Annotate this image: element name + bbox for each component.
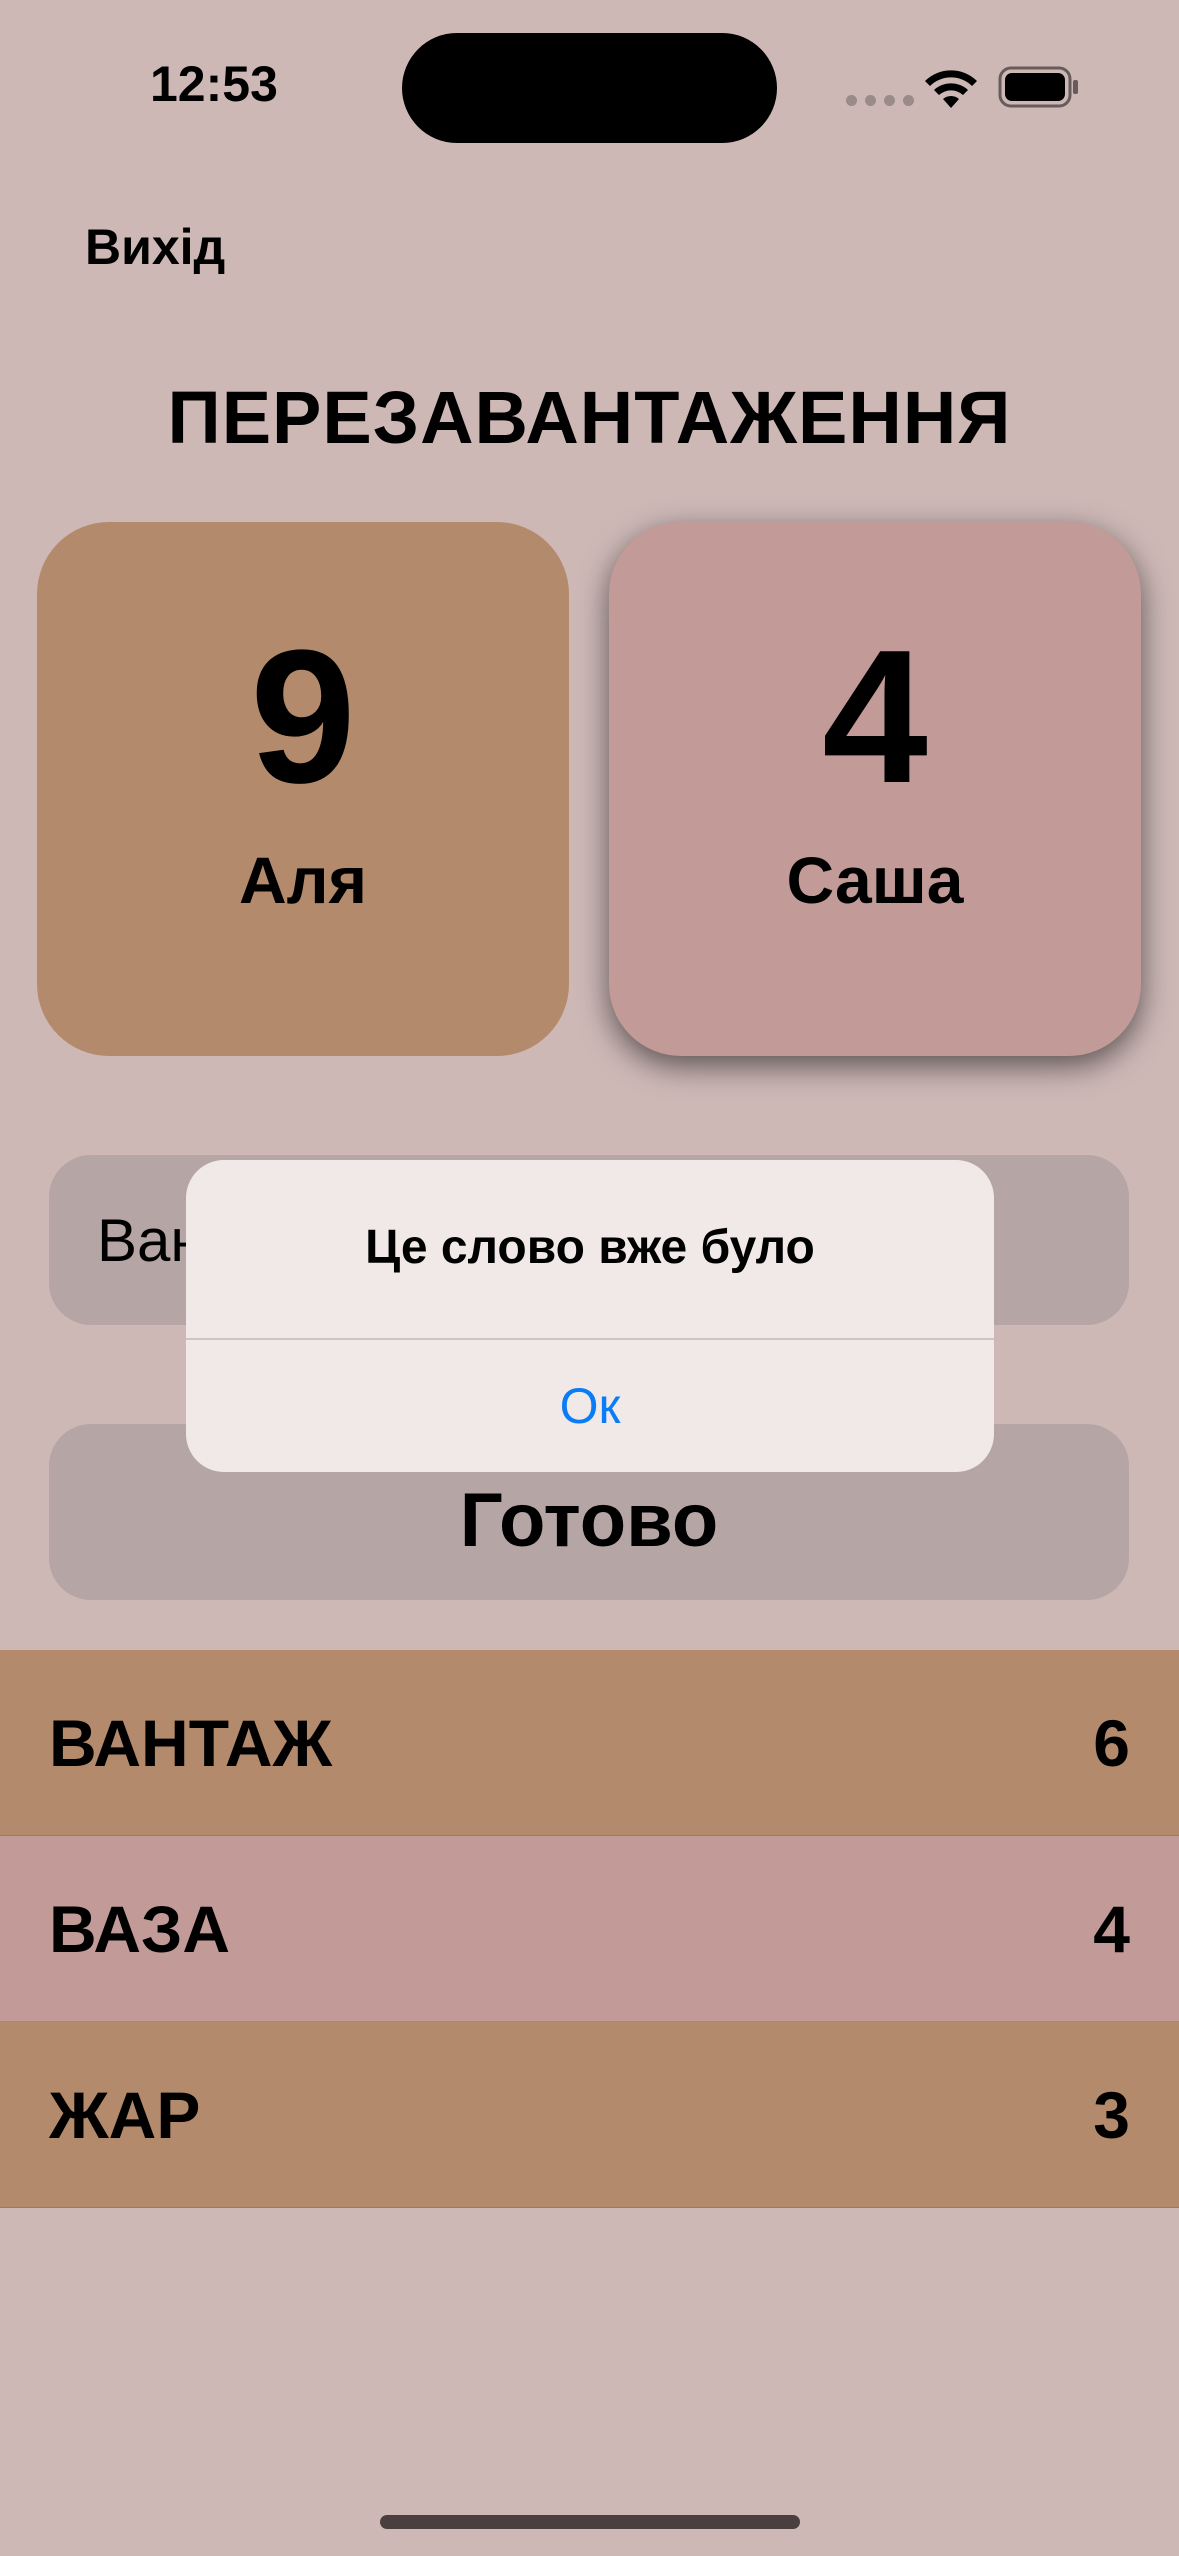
exit-button[interactable]: Вихід [85,218,225,276]
word-points: 4 [1093,1891,1130,1966]
word-text: ВАЗА [49,1891,231,1966]
word-points: 3 [1093,2077,1130,2152]
word-list: ВАНТАЖ 6 ВАЗА 4 ЖАР 3 [0,1650,1179,2208]
player-name: Аля [238,843,368,917]
list-item: ВАНТАЖ 6 [0,1650,1179,1836]
word-points: 6 [1093,1705,1130,1780]
page-title: ПЕРЕЗАВАНТАЖЕННЯ [167,376,1012,459]
wifi-icon [925,70,977,108]
status-time: 12:53 [150,56,278,112]
list-item: ВАЗА 4 [0,1836,1179,2022]
player-card-alia: 9 Аля [37,522,569,1056]
word-text: ЖАР [49,2077,201,2152]
dynamic-island [402,33,777,143]
player-name: Саша [786,843,964,917]
list-item: ЖАР 3 [0,2022,1179,2208]
alert-dialog: Це слово вже було Ок [186,1160,994,1472]
battery-icon [998,66,1078,108]
player-score: 9 [250,611,356,823]
home-indicator[interactable] [380,2515,800,2529]
word-text: ВАНТАЖ [49,1705,333,1780]
player-card-sasha: 4 Саша [609,522,1141,1056]
alert-ok-button[interactable]: Ок [186,1340,994,1472]
alert-title: Це слово вже було [365,1221,815,1274]
player-score: 4 [822,611,928,823]
signal-dots-icon [846,95,914,106]
